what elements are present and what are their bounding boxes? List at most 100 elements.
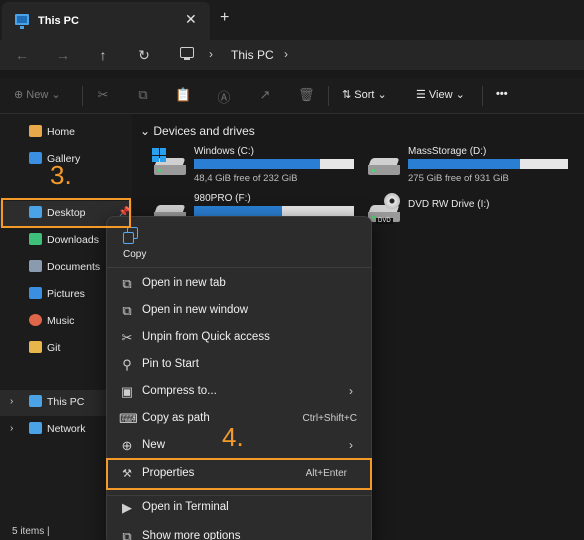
- menu-item-label: Show more options: [142, 530, 241, 540]
- menu-item-pin-to-start[interactable]: ⚲ Pin to Start: [111, 352, 367, 378]
- menu-item-label: Unpin from Quick access: [142, 331, 270, 343]
- new-button[interactable]: ⊕ New ⌄: [14, 88, 61, 101]
- menu-item-open-new-window[interactable]: ⧉ Open in new window: [111, 298, 367, 324]
- address-bar-row: ← → ↑ ↻ › This PC ›: [0, 40, 584, 70]
- up-button[interactable]: ↑: [93, 45, 113, 65]
- gallery-icon: [29, 152, 42, 164]
- sidebar-item-label: This PC: [47, 396, 85, 408]
- rename-icon[interactable]: Ⓐ: [216, 87, 232, 105]
- sidebar-item-label: Home: [47, 126, 76, 138]
- tab-this-pc[interactable]: This PC ✕: [2, 2, 210, 40]
- music-icon: [29, 314, 42, 326]
- sidebar-item-label: Git: [47, 342, 61, 354]
- shortcut-text: Ctrl+Shift+C: [302, 413, 357, 424]
- open-new-tab-icon: ⧉: [122, 276, 132, 291]
- copy-icon[interactable]: ⧉: [135, 87, 151, 103]
- sidebar-item-home[interactable]: Home: [0, 120, 132, 146]
- forward-button[interactable]: →: [53, 45, 73, 65]
- new-icon: ⊕: [121, 438, 133, 453]
- menu-item-label: Compress to...: [142, 385, 217, 397]
- network-icon: [29, 422, 42, 434]
- new-tab-button[interactable]: +: [220, 9, 229, 27]
- dvd-disc-icon: [384, 193, 400, 209]
- drive-item[interactable]: MassStorage (D:) 275 GiB free of 931 GiB: [366, 146, 576, 186]
- sidebar-item-label: Pictures: [47, 288, 85, 300]
- back-button[interactable]: ←: [12, 45, 32, 65]
- copy-path-icon: ⌨: [119, 411, 138, 426]
- drive-name: MassStorage (D:): [408, 146, 487, 157]
- menu-item-label: Open in Terminal: [142, 501, 229, 513]
- drive-free-space: 48,4 GiB free of 232 GiB: [194, 173, 298, 184]
- terminal-icon: ▶: [122, 500, 132, 515]
- menu-item-unpin[interactable]: ✂ Unpin from Quick access: [111, 325, 367, 351]
- home-icon: [29, 125, 42, 137]
- drive-usage-fill: [194, 206, 282, 216]
- breadcrumb[interactable]: This PC: [231, 48, 274, 62]
- folder-icon: [29, 341, 42, 353]
- sidebar-item-label: Documents: [47, 261, 101, 273]
- pin-icon: ⚲: [122, 357, 132, 372]
- monitor-icon: [15, 14, 29, 29]
- highlight-desktop: [1, 198, 131, 228]
- windows-logo-icon: [152, 148, 166, 162]
- new-label: New: [26, 89, 49, 101]
- command-bar: ⊕ New ⌄ ✂ ⧉ 📋 Ⓐ ↗ 🗑 ⇅ Sort ⌄ ☰ View ⌄ ••…: [0, 78, 584, 114]
- menu-item-open-new-tab[interactable]: ⧉ Open in new tab: [111, 271, 367, 297]
- drive-free-space: 275 GiB free of 931 GiB: [408, 173, 509, 184]
- step-3-label: 3.: [50, 160, 72, 190]
- chevron-right-icon[interactable]: ›: [10, 423, 13, 434]
- delete-icon[interactable]: 🗑: [298, 87, 315, 103]
- this-pc-icon: [180, 47, 194, 60]
- sidebar-item-label: Music: [47, 315, 75, 327]
- group-header[interactable]: ⌄ Devices and drives: [140, 124, 255, 138]
- breadcrumb-chevron-icon[interactable]: ›: [209, 47, 213, 61]
- drive-usage-bar: [408, 159, 568, 169]
- copy-icon[interactable]: [123, 227, 138, 244]
- hard-drive-icon: [368, 158, 400, 176]
- divider: [107, 267, 371, 268]
- divider: [82, 86, 83, 106]
- more-options-button[interactable]: •••: [496, 88, 508, 100]
- drive-item[interactable]: Windows (C:) 48,4 GiB free of 232 GiB: [152, 146, 362, 186]
- sort-button[interactable]: ⇅ Sort ⌄: [342, 88, 387, 101]
- drive-usage-fill: [408, 159, 520, 169]
- sidebar-item-label: Network: [47, 423, 86, 435]
- open-new-window-icon: ⧉: [122, 303, 132, 318]
- close-tab-button[interactable]: ✕: [185, 11, 197, 28]
- menu-item-compress[interactable]: ▣ Compress to... ›: [111, 379, 367, 405]
- drive-usage-fill: [194, 159, 321, 169]
- sidebar-item-label: Downloads: [47, 234, 99, 246]
- menu-item-show-more-options[interactable]: ⧉ Show more options: [111, 524, 367, 540]
- cut-icon[interactable]: ✂: [95, 87, 111, 103]
- context-menu: Copy ⧉ Open in new tab ⧉ Open in new win…: [106, 216, 372, 540]
- more-options-icon: ⧉: [122, 529, 132, 540]
- chevron-right-icon[interactable]: ›: [10, 396, 13, 407]
- menu-item-label: Pin to Start: [142, 358, 199, 370]
- chevron-right-icon: ›: [349, 438, 353, 452]
- menu-item-label: Open in new window: [142, 304, 249, 316]
- status-bar-count: 5 items |: [12, 526, 50, 537]
- title-bar: This PC ✕ +: [0, 0, 584, 40]
- unpin-icon: ✂: [121, 330, 133, 345]
- chevron-right-icon: ›: [349, 384, 353, 398]
- dvd-label: DVD: [376, 218, 393, 224]
- refresh-button[interactable]: ↻: [134, 45, 154, 65]
- divider: [482, 86, 483, 106]
- drive-item[interactable]: DVD DVD RW Drive (I:): [366, 193, 576, 233]
- paste-icon[interactable]: 📋: [175, 87, 191, 103]
- breadcrumb-chevron-icon[interactable]: ›: [284, 47, 288, 61]
- documents-icon: [29, 260, 42, 272]
- compress-icon: ▣: [120, 384, 134, 399]
- sort-label: Sort: [354, 89, 375, 101]
- drive-usage-bar: [194, 206, 354, 216]
- menu-item-label: New: [142, 439, 166, 451]
- highlight-properties: [106, 458, 372, 490]
- drive-usage-bar: [194, 159, 354, 169]
- tab-title: This PC: [38, 15, 79, 27]
- view-button[interactable]: ☰ View ⌄: [416, 88, 465, 101]
- this-pc-icon: [29, 395, 42, 407]
- share-icon[interactable]: ↗: [257, 87, 273, 103]
- menu-item-open-terminal[interactable]: ▶ Open in Terminal: [111, 495, 367, 521]
- step-4-label: 4.: [222, 422, 244, 452]
- drive-name: Windows (C:): [194, 146, 255, 157]
